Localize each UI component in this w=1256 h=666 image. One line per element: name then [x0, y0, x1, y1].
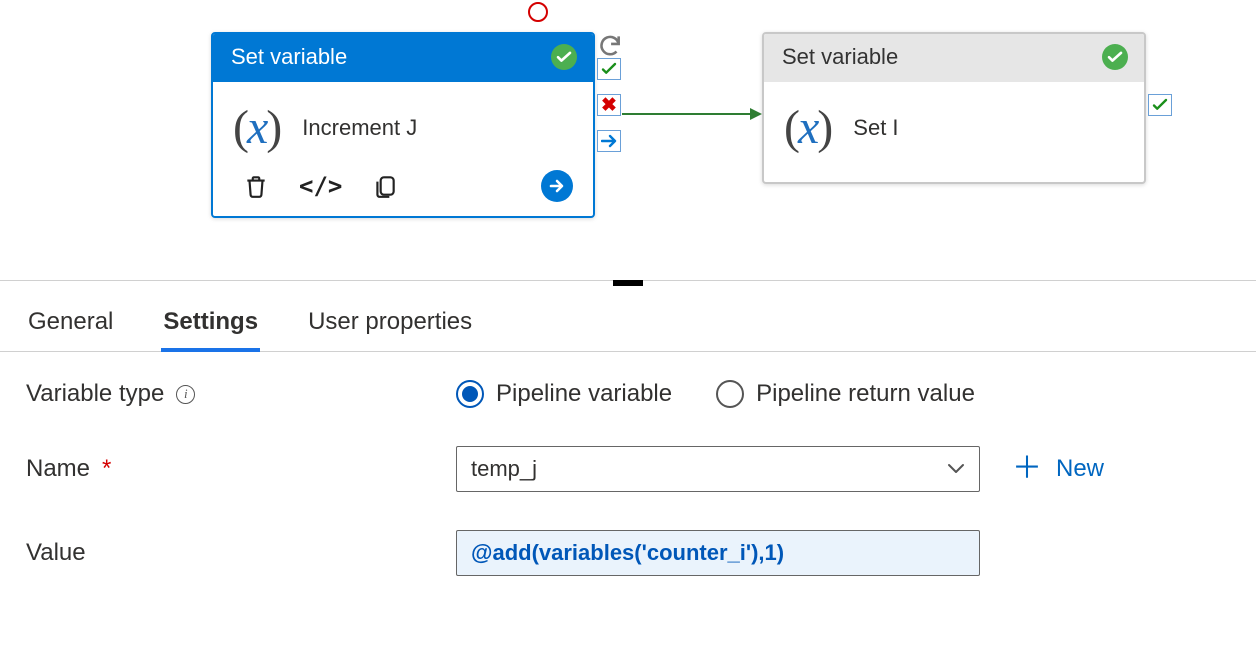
validation-circle-icon: [528, 2, 548, 22]
properties-tabs: General Settings User properties: [0, 286, 1256, 352]
delete-icon[interactable]: [243, 172, 269, 200]
pipeline-canvas[interactable]: Set variable (x) Increment J </>: [0, 0, 1256, 280]
radio-checked-icon: [456, 380, 484, 408]
activity-set-i[interactable]: Set variable (x) Set I: [762, 32, 1146, 184]
status-success-icon: [1102, 44, 1128, 70]
activity-label: Increment J: [302, 115, 417, 141]
tab-general[interactable]: General: [26, 298, 115, 351]
activity-header[interactable]: Set variable: [213, 34, 593, 82]
redo-icon[interactable]: [597, 32, 623, 58]
activity-output-handles: [1148, 94, 1172, 116]
properties-panel: General Settings User properties Variabl…: [0, 280, 1256, 576]
radio-pipeline-return-value[interactable]: Pipeline return value: [716, 380, 975, 408]
code-icon[interactable]: </>: [299, 172, 342, 200]
variable-type-radios: Pipeline variable Pipeline return value: [456, 380, 975, 408]
variable-icon: (x): [233, 104, 280, 152]
settings-form: Variable type i Pipeline variable Pipeli…: [0, 352, 1256, 576]
activity-type-label: Set variable: [782, 44, 898, 70]
variable-type-label: Variable type i: [26, 380, 456, 408]
success-handle-icon[interactable]: [1148, 94, 1172, 116]
name-select-value: temp_j: [471, 456, 537, 482]
info-icon[interactable]: i: [176, 385, 195, 404]
activity-header[interactable]: Set variable: [764, 34, 1144, 82]
activity-toolbar: </>: [213, 162, 593, 216]
radio-unchecked-icon: [716, 380, 744, 408]
required-asterisk-icon: *: [102, 455, 111, 483]
run-icon[interactable]: [541, 170, 573, 202]
value-label: Value: [26, 539, 456, 567]
plus-icon: ＋: [1012, 454, 1042, 484]
value-expression-input[interactable]: @add(variables('counter_i'),1): [456, 530, 980, 576]
failure-handle-icon[interactable]: ✖: [597, 94, 621, 116]
activity-type-label: Set variable: [231, 44, 347, 70]
tab-settings[interactable]: Settings: [161, 298, 260, 352]
radio-pipeline-variable[interactable]: Pipeline variable: [456, 380, 672, 408]
activity-increment-j[interactable]: Set variable (x) Increment J </>: [211, 32, 595, 218]
tab-user-properties[interactable]: User properties: [306, 298, 474, 351]
copy-icon[interactable]: [372, 171, 398, 201]
success-handle-icon[interactable]: [597, 58, 621, 80]
activity-label: Set I: [853, 115, 898, 141]
variable-icon: (x): [784, 104, 831, 152]
status-success-icon: [551, 44, 577, 70]
success-connector-arrow: [622, 107, 762, 121]
activity-output-handles: ✖: [597, 58, 621, 152]
chevron-down-icon: [947, 463, 965, 475]
completion-handle-icon[interactable]: [597, 130, 621, 152]
name-label: Name *: [26, 455, 456, 483]
name-select[interactable]: temp_j: [456, 446, 980, 492]
new-variable-button[interactable]: ＋ New: [1012, 454, 1104, 484]
